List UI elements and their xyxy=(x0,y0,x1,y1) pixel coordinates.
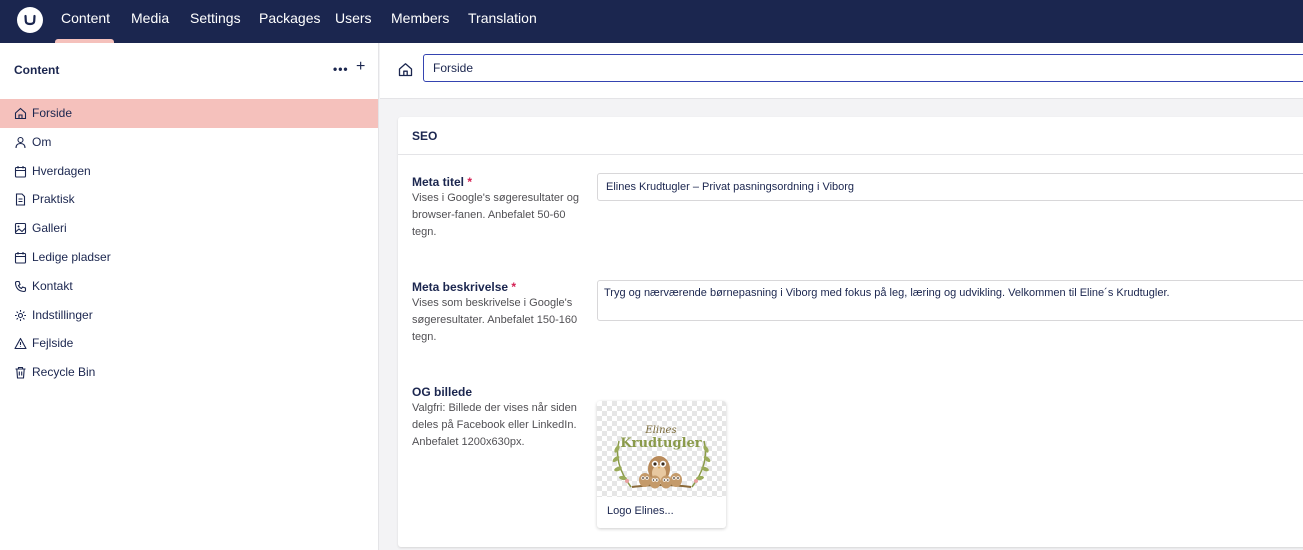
media-item-name: Logo Elines... xyxy=(607,505,674,517)
required-mark: * xyxy=(467,175,473,189)
tree-item-label: Kontakt xyxy=(32,279,73,293)
meta-description-description: Vises som beskrivelse i Google's søgeres… xyxy=(412,297,578,343)
tree-item-fejlside[interactable]: Fejlside xyxy=(0,329,378,358)
nav-translation[interactable]: Translation xyxy=(468,0,537,43)
ellipsis-icon[interactable]: ••• xyxy=(333,62,349,76)
content-tree-sidebar: Content ••• + Forside Om Hverdagen Prakt… xyxy=(0,43,379,550)
label-text: Meta titel xyxy=(412,175,465,189)
gear-icon xyxy=(15,310,26,321)
sidebar-title: Content xyxy=(14,63,60,77)
nav-members[interactable]: Members xyxy=(391,0,449,43)
meta-title-input[interactable] xyxy=(597,173,1303,201)
tree-item-hverdagen[interactable]: Hverdagen xyxy=(0,157,378,186)
user-icon xyxy=(15,136,26,149)
tree-item-label: Ledige pladser xyxy=(32,250,111,264)
logo-elines-krudtugler-image: Elines Krudtugler xyxy=(612,425,711,489)
tree-item-galleri[interactable]: Galleri xyxy=(0,214,378,243)
trash-icon xyxy=(15,366,26,379)
tree-item-label: Galleri xyxy=(32,221,67,235)
og-image-media-card[interactable]: Elines Krudtugler Logo Elines... xyxy=(597,401,726,528)
image-icon xyxy=(14,222,27,235)
warning-icon xyxy=(14,337,27,350)
tree-item-label: Fejlside xyxy=(32,336,74,350)
label-text: Meta beskrivelse xyxy=(412,280,509,294)
tree-item-label: Recycle Bin xyxy=(32,365,96,379)
og-image-description: Valgfri: Billede der vises når siden del… xyxy=(412,402,577,448)
card-header: SEO xyxy=(398,117,1303,155)
nav-content[interactable]: Content xyxy=(61,0,110,43)
calendar-icon xyxy=(14,252,27,264)
meta-title-label: Meta titel * xyxy=(412,175,472,189)
phone-icon xyxy=(14,280,27,293)
nav-media[interactable]: Media xyxy=(131,0,169,43)
home-icon xyxy=(14,107,27,120)
top-navigation: Content Media Settings Packages Users Me… xyxy=(0,0,1303,43)
nav-settings[interactable]: Settings xyxy=(190,0,241,43)
og-image-label: OG billede xyxy=(412,385,473,399)
nav-users[interactable]: Users xyxy=(335,0,372,43)
seo-group-card: SEO Meta titel * Vises i Google's søgere… xyxy=(398,117,1303,547)
document-icon xyxy=(15,193,26,206)
svg-text:Elines: Elines xyxy=(644,425,676,436)
umbraco-logo-icon[interactable] xyxy=(17,7,43,33)
tree-item-recycle-bin[interactable]: Recycle Bin xyxy=(0,358,378,387)
tree-item-label: Indstillinger xyxy=(32,308,93,322)
tree-item-kontakt[interactable]: Kontakt xyxy=(0,272,378,301)
meta-description-textarea[interactable]: Tryg og nærværende børnepasning i Viborg… xyxy=(597,280,1303,321)
plus-icon[interactable]: + xyxy=(356,58,365,76)
document-name-input[interactable] xyxy=(423,54,1303,82)
tree-item-label: Om xyxy=(32,135,52,149)
tree-item-label: Praktisk xyxy=(32,192,75,206)
meta-description-label: Meta beskrivelse * xyxy=(412,280,516,294)
tree-item-forside[interactable]: Forside xyxy=(0,99,378,128)
tree-item-indstillinger[interactable]: Indstillinger xyxy=(0,301,378,330)
nav-packages[interactable]: Packages xyxy=(259,0,320,43)
tree-item-om[interactable]: Om xyxy=(0,128,378,157)
required-mark: * xyxy=(511,280,517,294)
media-thumbnail: Elines Krudtugler xyxy=(597,401,726,497)
tree-item-praktisk[interactable]: Praktisk xyxy=(0,185,378,214)
home-icon[interactable] xyxy=(398,62,413,77)
calendar-icon xyxy=(14,166,27,178)
tree-item-ledige-pladser[interactable]: Ledige pladser xyxy=(0,243,378,272)
meta-title-description: Vises i Google's søgeresultater og brows… xyxy=(412,192,579,238)
tree-item-label: Hverdagen xyxy=(32,164,91,178)
card-title: SEO xyxy=(412,129,438,143)
tree-item-label: Forside xyxy=(32,106,73,120)
editor-header xyxy=(380,43,1303,99)
svg-text:Krudtugler: Krudtugler xyxy=(620,436,701,451)
